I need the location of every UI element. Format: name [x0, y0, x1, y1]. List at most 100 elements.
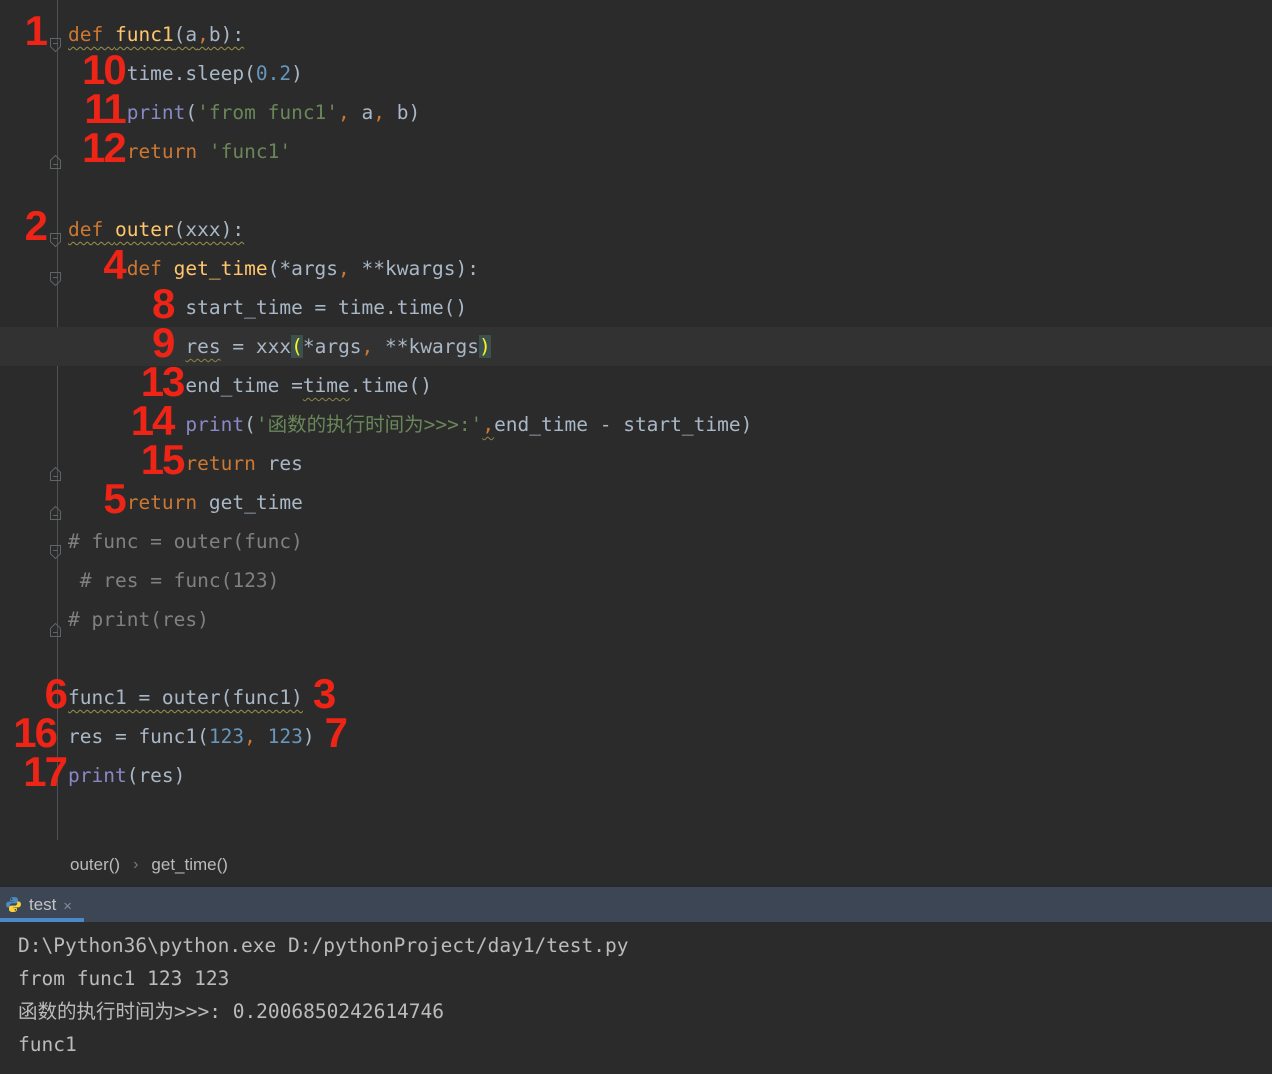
fold-end-icon[interactable]: [48, 612, 63, 637]
code-line[interactable]: 5 return get_time: [0, 478, 1272, 522]
code-token: func1: [114, 23, 174, 46]
code-token: (: [185, 101, 198, 124]
code-token: ,: [338, 257, 350, 280]
code-token: ,: [244, 725, 256, 748]
code-token: *args: [302, 335, 362, 358]
code-token: (a: [173, 23, 198, 46]
code-line[interactable]: 2 def outer(xxx):: [0, 205, 1272, 249]
code-token: ,: [361, 335, 374, 358]
python-icon: [5, 896, 22, 913]
code-area[interactable]: 1 def func1(a,b): 10 time.sleep(0.2) 11 pri…: [0, 0, 1272, 795]
code-token: def: [68, 23, 115, 46]
code-line[interactable]: 8 start_time = time.time(): [0, 283, 1272, 327]
fold-start-icon[interactable]: [48, 222, 63, 247]
code-token: a: [349, 101, 374, 124]
execution-order-number: 15: [140, 436, 186, 483]
code-line[interactable]: 1 def func1(a,b):: [0, 10, 1272, 54]
code-token: return: [126, 140, 209, 163]
code-token: # print(res): [68, 608, 209, 631]
code-line[interactable]: 6 func1 = outer(func1) 3: [0, 673, 1272, 717]
execution-order-number: 1: [24, 7, 48, 54]
ide-window: 1 def func1(a,b): 10 time.sleep(0.2) 11 pri…: [0, 0, 1272, 1074]
code-token: (: [244, 413, 256, 436]
code-token: b): [385, 101, 421, 124]
breadcrumb: outer() › get_time(): [0, 845, 1272, 885]
code-token: **kwargs: [373, 335, 479, 358]
code-token: time: [302, 374, 350, 397]
code-token: ): [291, 62, 303, 85]
execution-order-number: 4: [103, 241, 126, 288]
code-token: ): [478, 335, 491, 358]
code-token: 'from func1': [197, 101, 339, 124]
code-token: def: [68, 218, 115, 241]
code-token: (xxx):: [173, 218, 245, 241]
code-token: res: [267, 452, 303, 475]
code-token: get_time: [208, 491, 303, 514]
code-token: '函数的执行时间为>>>:': [255, 413, 483, 436]
code-token: print: [68, 764, 127, 787]
code-token: def: [126, 257, 174, 280]
code-token: ): [302, 725, 315, 748]
code-token: outer: [114, 218, 174, 241]
code-line[interactable]: 16 res = func1(123, 123) 7: [0, 712, 1272, 756]
fold-start-icon[interactable]: [48, 27, 63, 52]
code-line[interactable]: 10 time.sleep(0.2): [0, 49, 1272, 93]
code-line[interactable]: [0, 639, 1272, 678]
warning-underlined-code: func1 = outer(func1): [68, 686, 303, 709]
fold-end-icon[interactable]: [48, 495, 63, 520]
code-line[interactable]: # res = func(123): [0, 561, 1272, 600]
code-token: (res): [126, 764, 186, 787]
code-editor[interactable]: 1 def func1(a,b): 10 time.sleep(0.2) 11 pri…: [0, 0, 1272, 845]
code-line[interactable]: # func = outer(func): [0, 522, 1272, 561]
breadcrumb-item-get-time[interactable]: get_time(): [151, 855, 228, 875]
code-token: ,: [373, 101, 386, 124]
code-line[interactable]: 14 print('函数的执行时间为>>>:',end_time - start_…: [0, 400, 1272, 444]
code-token: 'func1': [208, 140, 292, 163]
fold-start-icon[interactable]: [48, 534, 63, 559]
code-line[interactable]: 15 return res: [0, 439, 1272, 483]
console-line: 函数的执行时间为>>>: 0.2006850242614746: [18, 1000, 445, 1023]
fold-end-icon[interactable]: [48, 456, 63, 481]
code-token: time.sleep(: [126, 62, 256, 85]
execution-order-number: 7: [324, 709, 348, 756]
code-token: (: [291, 335, 303, 358]
code-token: (*args: [267, 257, 339, 280]
code-line[interactable]: 13 end_time =time.time(): [0, 361, 1272, 405]
execution-order-number: 17: [23, 748, 68, 795]
code-line[interactable]: [0, 171, 1272, 210]
code-token: = xxx: [220, 335, 292, 358]
code-token: res: [185, 335, 221, 358]
code-token: b):: [208, 23, 245, 46]
code-token: return: [126, 491, 209, 514]
code-line[interactable]: 9 res = xxx(*args, **kwargs): [0, 322, 1272, 366]
code-token: print: [126, 101, 186, 124]
code-token: # res = func(123): [79, 569, 280, 592]
execution-order-number: 12: [81, 124, 127, 171]
run-tab-label: test: [29, 894, 57, 914]
code-token: return: [185, 452, 268, 475]
code-token: 123: [267, 725, 303, 748]
breadcrumb-item-outer[interactable]: outer(): [70, 855, 120, 875]
code-token: 123: [208, 725, 245, 748]
close-icon[interactable]: ✕: [63, 896, 71, 914]
code-token: func1 = outer(func1): [68, 686, 303, 709]
run-tab-test[interactable]: test ✕: [0, 887, 84, 922]
code-token: ,: [197, 23, 209, 46]
code-line[interactable]: # print(res): [0, 600, 1272, 639]
code-line[interactable]: 17 print(res): [0, 751, 1272, 795]
code-token: end_time - start_time): [494, 413, 753, 436]
execution-order-number: 2: [24, 202, 48, 249]
fold-start-icon[interactable]: [48, 261, 63, 286]
code-token: end_time =: [185, 374, 303, 397]
warning-underlined-code: def outer(xxx):: [68, 218, 244, 241]
fold-end-icon[interactable]: [48, 144, 63, 169]
warning-underlined-code: def func1(a,b):: [68, 23, 244, 46]
run-console[interactable]: D:\Python36\python.exe D:/pythonProject/…: [0, 922, 1272, 1074]
execution-order-number: 5: [103, 475, 126, 522]
code-line[interactable]: 11 print('from func1', a, b): [0, 88, 1272, 132]
code-line[interactable]: 4 def get_time(*args, **kwargs):: [0, 244, 1272, 288]
code-token: res = func1(: [68, 725, 209, 748]
run-toolwindow-header: test ✕: [0, 885, 1272, 922]
chevron-right-icon: ›: [133, 856, 139, 873]
code-line[interactable]: 12 return 'func1': [0, 127, 1272, 171]
